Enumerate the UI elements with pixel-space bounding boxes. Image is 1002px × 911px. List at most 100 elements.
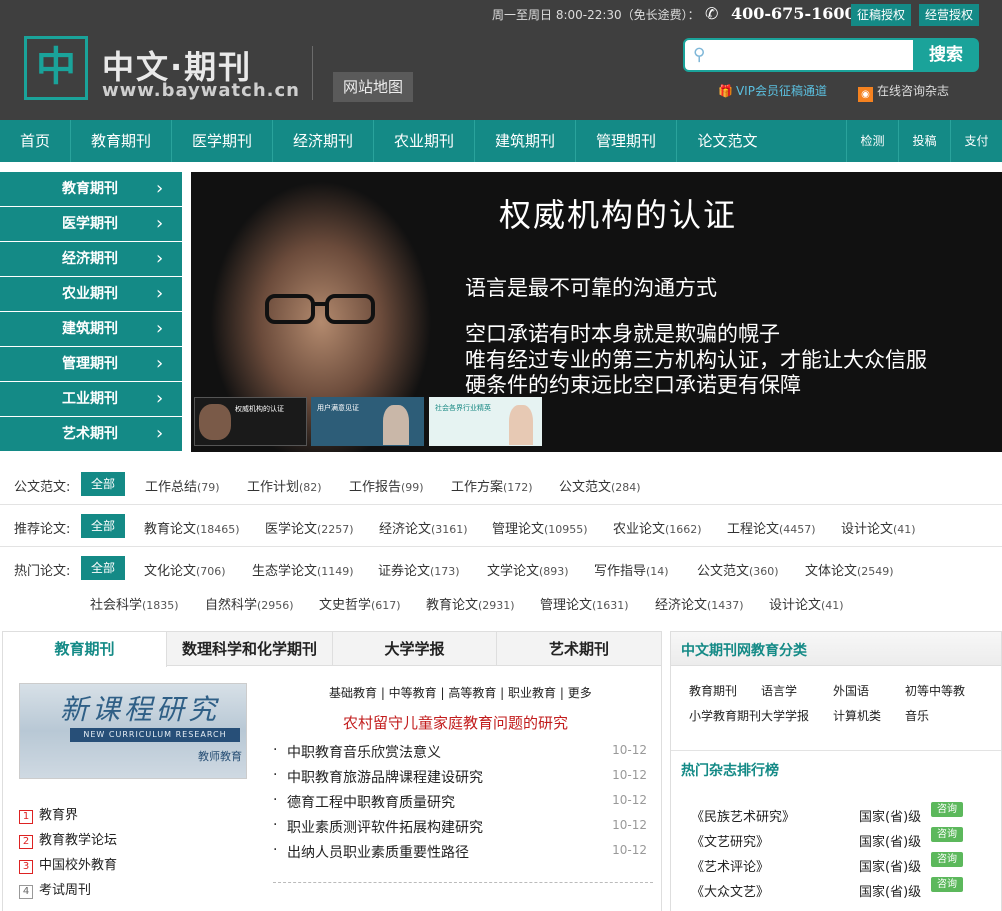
filter-item[interactable]: 设计论文(41): [769, 594, 844, 613]
banner-thumb[interactable]: 权威机构的认证: [194, 397, 307, 446]
ranking-name: 《艺术评论》: [691, 860, 770, 875]
filter-item[interactable]: 教育论文(18465): [144, 518, 240, 537]
filter-item-count: (172): [503, 481, 533, 494]
filter-item[interactable]: 文化论文(706): [144, 560, 226, 579]
filter-item[interactable]: 教育论文(2931): [426, 594, 515, 613]
logo-url[interactable]: www.baywatch.cn: [102, 80, 300, 101]
filter-item[interactable]: 工作计划(82): [247, 476, 322, 495]
filter-all-button[interactable]: 全部: [81, 556, 125, 580]
vip-link[interactable]: 🎁 VIP会员征稿通道: [718, 82, 827, 99]
list-item[interactable]: · 中职教育旅游品牌课程建设研究 10-12: [273, 767, 653, 792]
sidebar-item-agriculture[interactable]: 农业期刊 ›: [0, 277, 182, 312]
rank-badge: 1: [19, 810, 33, 824]
consult-button[interactable]: 咨询: [931, 852, 963, 867]
list-item[interactable]: · 职业素质测评软件拓展构建研究 10-12: [273, 817, 653, 842]
filter-item[interactable]: 设计论文(41): [841, 518, 916, 537]
filter-item-name: 公文范文: [697, 564, 750, 579]
filter-item[interactable]: 文体论文(2549): [805, 560, 894, 579]
filter-item[interactable]: 文学论文(893): [487, 560, 569, 579]
sidebar-item-economy[interactable]: 经济期刊 ›: [0, 242, 182, 277]
banner-thumb[interactable]: 用户满意见证: [311, 397, 424, 446]
tab-science[interactable]: 数理科学和化学期刊: [167, 632, 333, 666]
logo-icon[interactable]: 中: [24, 36, 88, 100]
consult-button[interactable]: 咨询: [931, 827, 963, 842]
consult-button[interactable]: 咨询: [931, 877, 963, 892]
filter-item[interactable]: 工程论文(4457): [727, 518, 816, 537]
sidebar-item-architecture[interactable]: 建筑期刊 ›: [0, 312, 182, 347]
nav-item-agriculture[interactable]: 农业期刊: [374, 120, 475, 162]
filter-item[interactable]: 工作方案(172): [451, 476, 533, 495]
filter-item-count: (4457): [779, 523, 816, 536]
category-link[interactable]: 教育期刊: [689, 682, 737, 699]
filter-item[interactable]: 生态学论文(1149): [252, 560, 354, 579]
filter-item[interactable]: 社会科学(1835): [90, 594, 179, 613]
sidebar-item-industry[interactable]: 工业期刊 ›: [0, 382, 182, 417]
search-input[interactable]: [715, 44, 907, 66]
nav-item-pay[interactable]: 支付: [950, 120, 1002, 162]
filter-item[interactable]: 农业论文(1662): [613, 518, 702, 537]
list-item[interactable]: 3 中国校外教育: [19, 854, 117, 879]
banner-thumb[interactable]: 社会各界行业精英: [429, 397, 542, 446]
category-link[interactable]: 语言学: [761, 682, 797, 699]
filter-item[interactable]: 医学论文(2257): [265, 518, 354, 537]
filter-item[interactable]: 经济论文(3161): [379, 518, 468, 537]
tab-education[interactable]: 教育期刊: [3, 632, 167, 667]
filter-item[interactable]: 管理论文(1631): [540, 594, 629, 613]
category-link[interactable]: 小学教育期刊: [689, 707, 761, 724]
copyright-button[interactable]: 征稿授权: [851, 4, 911, 26]
nav-item-check[interactable]: 检测: [846, 120, 898, 162]
ranking-name: 《大众文艺》: [691, 885, 770, 900]
filter-item[interactable]: 写作指导(14): [594, 560, 669, 579]
search-button[interactable]: 搜索: [913, 38, 979, 72]
hero-banner[interactable]: 权威机构的认证 语言是最不可靠的沟通方式 空口承诺有时本身就是欺骗的幌子 唯有经…: [191, 172, 1002, 452]
list-item[interactable]: 4 考试周刊: [19, 879, 117, 904]
sidebar-item-medical[interactable]: 医学期刊 ›: [0, 207, 182, 242]
chevron-right-icon: ›: [156, 248, 164, 269]
filter-item-count: (41): [821, 599, 844, 612]
filter-item-name: 设计论文: [769, 598, 822, 613]
filter-item[interactable]: 工作总结(79): [145, 476, 220, 495]
nav-item-submit[interactable]: 投稿: [898, 120, 950, 162]
nav-item-papers[interactable]: 论文范文: [677, 120, 778, 162]
magazine-cover[interactable]: 新课程研究 NEW CURRICULUM RESEARCH 教师教育: [19, 683, 247, 779]
nav-item-education[interactable]: 教育期刊: [71, 120, 172, 162]
category-link[interactable]: 初等中等教: [905, 682, 965, 699]
filter-item[interactable]: 公文范文(284): [559, 476, 641, 495]
business-button[interactable]: 经营授权: [919, 4, 979, 26]
filter-item[interactable]: 管理论文(10955): [492, 518, 588, 537]
sidebar-item-art[interactable]: 艺术期刊 ›: [0, 417, 182, 452]
sitemap-button[interactable]: 网站地图: [333, 72, 413, 102]
filter-item[interactable]: 文史哲学(617): [319, 594, 401, 613]
filter-all-button[interactable]: 全部: [81, 472, 125, 496]
consult-link[interactable]: ◉ 在线咨询杂志: [858, 82, 949, 102]
education-sublinks[interactable]: 基础教育 | 中等教育 | 高等教育 | 职业教育 | 更多: [329, 684, 592, 701]
filter-item[interactable]: 证券论文(173): [378, 560, 460, 579]
nav-item-architecture[interactable]: 建筑期刊: [475, 120, 576, 162]
list-item[interactable]: · 德育工程中职教育质量研究 10-12: [273, 792, 653, 817]
ranking-row[interactable]: 《大众文艺》 国家(省)级 咨询: [691, 877, 991, 906]
list-item[interactable]: · 出纳人员职业素质重要性路径 10-12: [273, 842, 653, 867]
nav-item-medical[interactable]: 医学期刊: [172, 120, 273, 162]
filter-item[interactable]: 公文范文(360): [697, 560, 779, 579]
list-item[interactable]: · 中职教育音乐欣赏法意义 10-12: [273, 742, 653, 767]
tab-university[interactable]: 大学学报: [333, 632, 497, 666]
list-item[interactable]: 2 教育教学论坛: [19, 829, 117, 854]
list-item[interactable]: 1 教育界: [19, 804, 117, 829]
filter-all-button[interactable]: 全部: [81, 514, 125, 538]
category-link[interactable]: 大学学报: [761, 707, 809, 724]
category-link[interactable]: 计算机类: [833, 707, 881, 724]
featured-headline[interactable]: 农村留守儿童家庭教育问题的研究: [343, 712, 568, 733]
nav-item-economy[interactable]: 经济期刊: [273, 120, 374, 162]
category-link[interactable]: 音乐: [905, 707, 929, 724]
consult-button[interactable]: 咨询: [931, 802, 963, 817]
category-link[interactable]: 外国语: [833, 682, 869, 699]
sidebar-item-education[interactable]: 教育期刊 ›: [0, 172, 182, 207]
filter-item[interactable]: 工作报告(99): [349, 476, 424, 495]
filter-item[interactable]: 经济论文(1437): [655, 594, 744, 613]
nav-item-home[interactable]: 首页: [0, 120, 71, 162]
tab-art[interactable]: 艺术期刊: [497, 632, 661, 666]
sidebar-item-management[interactable]: 管理期刊 ›: [0, 347, 182, 382]
nav-item-management[interactable]: 管理期刊: [576, 120, 677, 162]
filter-item-count: (1149): [317, 565, 354, 578]
filter-item[interactable]: 自然科学(2956): [205, 594, 294, 613]
